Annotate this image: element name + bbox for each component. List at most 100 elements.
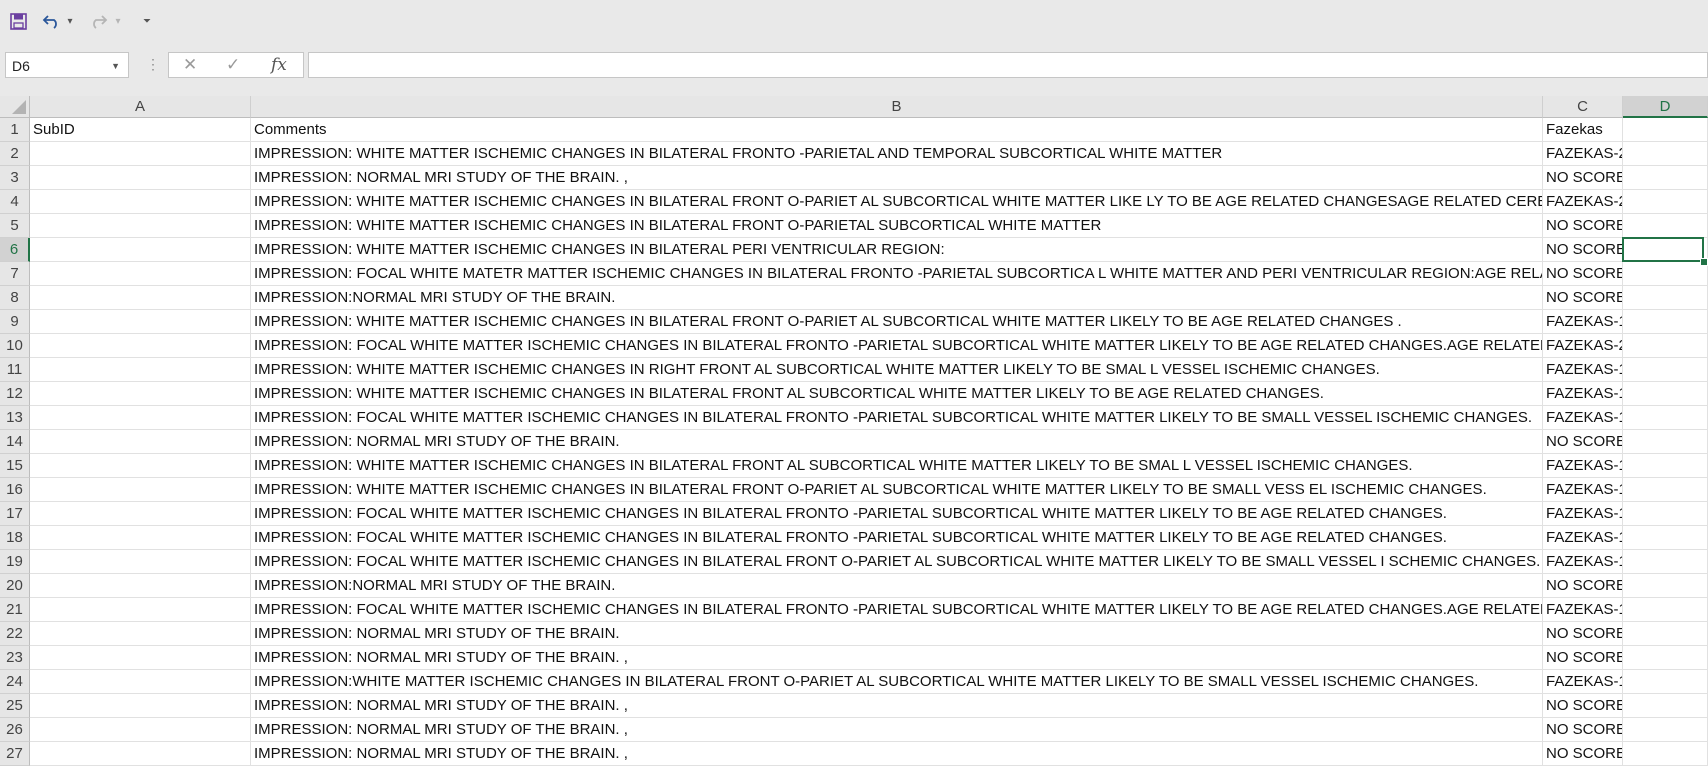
row-header[interactable]: 16	[0, 478, 30, 502]
cell-c[interactable]: FAZEKAS-1	[1543, 478, 1623, 502]
cell-c[interactable]: FAZEKAS-1	[1543, 502, 1623, 526]
cell-c[interactable]: FAZEKAS-2	[1543, 334, 1623, 358]
cell-a[interactable]	[30, 550, 251, 574]
row-header[interactable]: 27	[0, 742, 30, 766]
cell-d[interactable]	[1623, 598, 1708, 622]
cell-b[interactable]: IMPRESSION: FOCAL WHITE MATTER ISCHEMIC …	[251, 502, 1543, 526]
cell-b[interactable]: IMPRESSION: FOCAL WHITE MATTER ISCHEMIC …	[251, 526, 1543, 550]
row-header[interactable]: 22	[0, 622, 30, 646]
enter-icon[interactable]: ✓	[226, 55, 240, 75]
cell-d[interactable]	[1623, 622, 1708, 646]
cell-c[interactable]: NO SCORE	[1543, 694, 1623, 718]
fill-handle[interactable]	[1700, 258, 1708, 266]
name-box[interactable]: D6 ▼	[5, 52, 129, 78]
row-header[interactable]: 11	[0, 358, 30, 382]
cell-b[interactable]: IMPRESSION: NORMAL MRI STUDY OF THE BRAI…	[251, 718, 1543, 742]
cell-b[interactable]: IMPRESSION: WHITE MATTER ISCHEMIC CHANGE…	[251, 358, 1543, 382]
cell-c[interactable]: FAZEKAS-1	[1543, 550, 1623, 574]
cell-c[interactable]: NO SCORE	[1543, 286, 1623, 310]
cell-d[interactable]	[1623, 502, 1708, 526]
cell-b[interactable]: IMPRESSION: NORMAL MRI STUDY OF THE BRAI…	[251, 166, 1543, 190]
cell-a[interactable]	[30, 238, 251, 262]
cell-c[interactable]: FAZEKAS-1	[1543, 358, 1623, 382]
cell-a[interactable]	[30, 646, 251, 670]
cell-d[interactable]	[1623, 382, 1708, 406]
cell-a[interactable]	[30, 694, 251, 718]
cell-c[interactable]: NO SCORE	[1543, 238, 1623, 262]
cell-b[interactable]: IMPRESSION: WHITE MATTER ISCHEMIC CHANGE…	[251, 142, 1543, 166]
row-header[interactable]: 24	[0, 670, 30, 694]
cell-c[interactable]: NO SCORE	[1543, 574, 1623, 598]
cell-c[interactable]: FAZEKAS-1	[1543, 310, 1623, 334]
row-header[interactable]: 20	[0, 574, 30, 598]
cell-a[interactable]	[30, 574, 251, 598]
cell-b[interactable]: IMPRESSION: NORMAL MRI STUDY OF THE BRAI…	[251, 742, 1543, 766]
cell-d[interactable]	[1623, 526, 1708, 550]
cell-c[interactable]: FAZEKAS-1	[1543, 454, 1623, 478]
cell-d[interactable]	[1623, 286, 1708, 310]
active-cell-outline[interactable]	[1622, 237, 1704, 262]
cell-d[interactable]	[1623, 550, 1708, 574]
cell-c[interactable]: NO SCORE	[1543, 646, 1623, 670]
row-header[interactable]: 25	[0, 694, 30, 718]
row-header[interactable]: 26	[0, 718, 30, 742]
cell-b[interactable]: IMPRESSION:NORMAL MRI STUDY OF THE BRAIN…	[251, 286, 1543, 310]
row-header[interactable]: 12	[0, 382, 30, 406]
cell-d[interactable]	[1623, 334, 1708, 358]
row-header[interactable]: 6	[0, 238, 30, 262]
cell-a[interactable]	[30, 526, 251, 550]
cell-c[interactable]: NO SCORE	[1543, 214, 1623, 238]
column-header-a[interactable]: A	[30, 96, 251, 118]
cell-a[interactable]	[30, 430, 251, 454]
column-header-d[interactable]: D	[1623, 96, 1708, 118]
save-icon[interactable]	[6, 10, 30, 32]
cell-a[interactable]	[30, 142, 251, 166]
cell-c[interactable]: FAZEKAS-2	[1543, 190, 1623, 214]
undo-icon[interactable]	[40, 10, 64, 32]
redo-dropdown-icon[interactable]: ▾	[112, 10, 124, 32]
select-all-button[interactable]	[0, 96, 30, 118]
formula-input[interactable]	[308, 52, 1708, 78]
cell-a[interactable]	[30, 286, 251, 310]
cell-a[interactable]	[30, 670, 251, 694]
chevron-down-icon[interactable]: ▼	[111, 61, 120, 71]
cell-a[interactable]	[30, 478, 251, 502]
cell-c[interactable]: FAZEKAS-1	[1543, 382, 1623, 406]
cell-a[interactable]	[30, 622, 251, 646]
cell-c[interactable]: NO SCORE	[1543, 430, 1623, 454]
cell-d[interactable]	[1623, 454, 1708, 478]
row-header[interactable]: 1	[0, 118, 30, 142]
cell-b[interactable]: IMPRESSION: NORMAL MRI STUDY OF THE BRAI…	[251, 430, 1543, 454]
cell-d[interactable]	[1623, 214, 1708, 238]
cell-b[interactable]: IMPRESSION: FOCAL WHITE MATTER ISCHEMIC …	[251, 406, 1543, 430]
cell-b[interactable]: IMPRESSION: NORMAL MRI STUDY OF THE BRAI…	[251, 694, 1543, 718]
column-header-c[interactable]: C	[1543, 96, 1623, 118]
row-header[interactable]: 8	[0, 286, 30, 310]
undo-dropdown-icon[interactable]: ▾	[64, 10, 76, 32]
cell-a[interactable]	[30, 598, 251, 622]
cell-b[interactable]: IMPRESSION: FOCAL WHITE MATTER ISCHEMIC …	[251, 598, 1543, 622]
cell-a[interactable]	[30, 334, 251, 358]
row-header[interactable]: 21	[0, 598, 30, 622]
cell-d[interactable]	[1623, 742, 1708, 766]
cell-c[interactable]: FAZEKAS-1	[1543, 406, 1623, 430]
cell-b[interactable]: IMPRESSION: NORMAL MRI STUDY OF THE BRAI…	[251, 646, 1543, 670]
cell-c[interactable]: Fazekas	[1543, 118, 1623, 142]
cell-d[interactable]	[1623, 118, 1708, 142]
redo-icon[interactable]	[86, 10, 110, 32]
cell-b[interactable]: IMPRESSION: WHITE MATTER ISCHEMIC CHANGE…	[251, 310, 1543, 334]
row-header[interactable]: 9	[0, 310, 30, 334]
cell-b[interactable]: IMPRESSION:WHITE MATTER ISCHEMIC CHANGES…	[251, 670, 1543, 694]
insert-function-icon[interactable]: fx	[271, 55, 287, 75]
cell-a[interactable]	[30, 742, 251, 766]
cell-c[interactable]: FAZEKAS-1	[1543, 598, 1623, 622]
row-header[interactable]: 7	[0, 262, 30, 286]
cell-a[interactable]	[30, 406, 251, 430]
cell-c[interactable]: FAZEKAS-1	[1543, 526, 1623, 550]
row-header[interactable]: 13	[0, 406, 30, 430]
row-header[interactable]: 15	[0, 454, 30, 478]
cell-d[interactable]	[1623, 406, 1708, 430]
cell-a[interactable]	[30, 166, 251, 190]
cell-b[interactable]: IMPRESSION: NORMAL MRI STUDY OF THE BRAI…	[251, 622, 1543, 646]
cell-d[interactable]	[1623, 262, 1708, 286]
